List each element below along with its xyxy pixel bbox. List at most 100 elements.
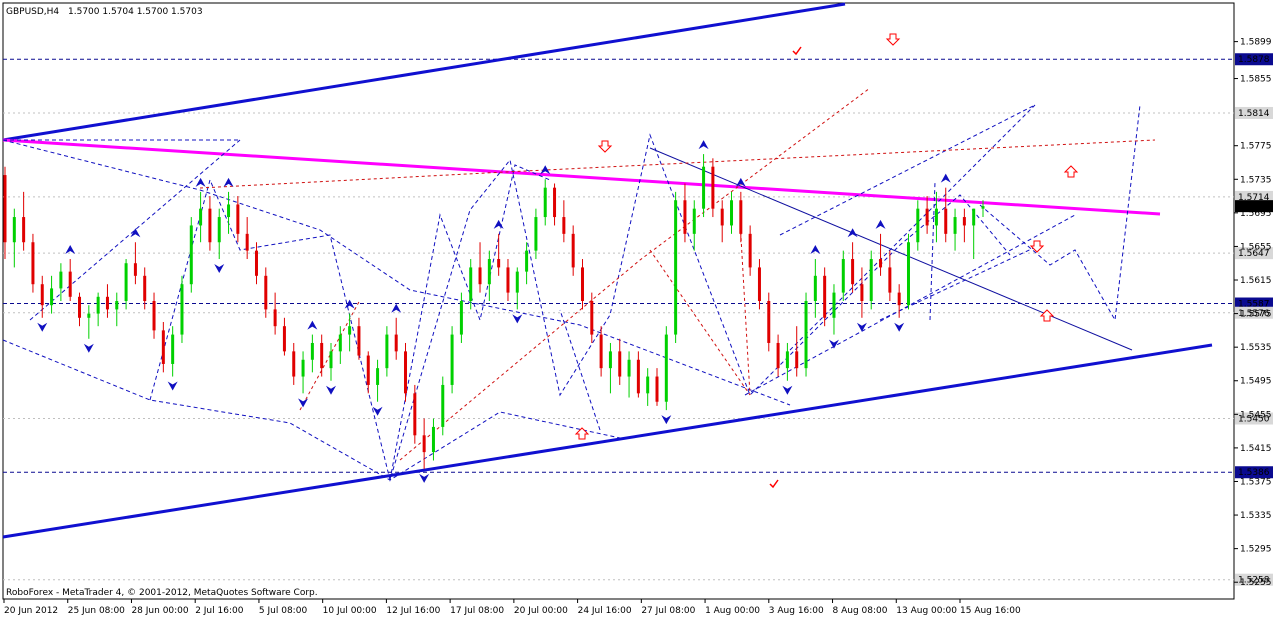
price-tick-label: 1.5855 (1240, 75, 1272, 85)
candle-body (245, 233, 249, 251)
candle-body (487, 259, 491, 285)
candle-body (580, 267, 584, 301)
candle-body (357, 326, 361, 356)
time-tick-label: 1 Aug 00:00 (705, 606, 760, 616)
candle-body (59, 271, 63, 289)
candle-body (683, 200, 687, 234)
fractal-up-marker (65, 245, 76, 255)
candle-body (497, 259, 501, 268)
fractal-up-marker (875, 219, 886, 229)
candle-body (199, 208, 203, 226)
candle-body (767, 301, 771, 343)
candle-body (804, 301, 808, 369)
candle-body (68, 271, 72, 297)
candle-body (152, 301, 156, 331)
red-dashed-lines (199, 87, 1156, 461)
candle-body (972, 208, 976, 226)
time-tick-label: 8 Aug 08:00 (833, 606, 888, 616)
price-tick-label: 1.5375 (1240, 477, 1272, 487)
fractal-up-marker (307, 320, 318, 330)
time-tick-label: 25 Jun 08:00 (68, 606, 125, 616)
red-arrow-down-icon (885, 33, 901, 46)
candle-body (525, 250, 529, 272)
time-tick-label: 12 Jul 16:00 (386, 606, 440, 616)
candle-body (171, 334, 175, 364)
candle-body (944, 208, 948, 234)
fractal-up-marker (698, 140, 709, 150)
fractal-down-marker (856, 322, 867, 332)
candle-body (292, 351, 296, 377)
candle-body (813, 275, 817, 301)
candle-body (730, 200, 734, 226)
price-tick-label: 1.5899 (1240, 38, 1272, 48)
candle-body (916, 208, 920, 243)
candle-body (124, 263, 128, 301)
candle-body (590, 301, 594, 335)
candle-body (553, 187, 557, 218)
fractal-up-marker (847, 228, 858, 238)
candle-body (133, 263, 137, 276)
fractal-down-marker (372, 406, 383, 416)
candle-body (832, 292, 836, 318)
candle-body (273, 309, 277, 327)
red-check-icon (769, 479, 779, 489)
candle-body (180, 284, 184, 335)
price-tick-label: 1.5415 (1240, 444, 1272, 454)
time-tick-label: 17 Jul 08:00 (450, 606, 504, 616)
candle-body (841, 259, 845, 293)
red-arrow-up-icon (1039, 309, 1055, 322)
candle-body (543, 187, 547, 218)
candle-body (50, 288, 54, 306)
price-tick-label: 1.5775 (1240, 142, 1272, 152)
candle-body (469, 267, 473, 301)
upper-channel-line[interactable] (2, 2, 846, 142)
candle-body (934, 208, 938, 226)
price-tick-label: 1.5535 (1240, 343, 1272, 353)
markers (37, 33, 1079, 489)
fractal-down-marker (782, 385, 793, 395)
fractal-up-marker (391, 303, 402, 313)
candle-body (618, 351, 622, 377)
price-chart[interactable]: GBPUSD,H4 1.5700 1.5704 1.5700 1.5703 Ro… (0, 0, 1274, 618)
candle-body (3, 175, 7, 243)
candle-body (664, 334, 668, 402)
candle-body (450, 334, 454, 385)
candle-body (981, 206, 985, 209)
time-axis: 20 Jun 2012 25 Jun 08:00 28 Jun 00:00 2 Jul… (3, 599, 1021, 616)
candle-body (692, 208, 696, 234)
candle-body (282, 326, 286, 352)
price-tick-label: 1.5335 (1240, 511, 1272, 521)
candle-body (851, 259, 855, 285)
candle-body (720, 208, 724, 226)
time-tick-label: 15 Aug 16:00 (960, 606, 1021, 616)
fractal-up-marker (810, 245, 821, 255)
candle-body (925, 208, 929, 226)
fractal-down-marker (661, 415, 672, 425)
magenta-trend-line[interactable] (2, 138, 1161, 216)
fractal-up-marker (940, 173, 951, 183)
red-arrow-up-icon (1063, 165, 1079, 178)
candle-body (515, 271, 519, 293)
lower-channel-line[interactable] (2, 343, 1213, 539)
candle-body (376, 368, 380, 385)
candle-body (655, 376, 659, 402)
candle-body (711, 166, 715, 209)
chart-window: GBPUSD,H4 1.5700 1.5704 1.5700 1.5703 Ro… (0, 0, 1274, 618)
candle-body (757, 267, 761, 301)
candle-body (748, 233, 752, 268)
candle-body (310, 342, 314, 360)
chart-frame (2, 2, 1235, 600)
price-level-label: 1.5878 (1238, 55, 1270, 65)
candle-body (329, 351, 333, 369)
fractal-down-marker (894, 322, 905, 332)
candle-body (534, 217, 538, 251)
time-tick-label: 20 Jul 00:00 (514, 606, 568, 616)
candle-body (385, 334, 389, 369)
time-tick-label: 5 Jul 08:00 (259, 606, 308, 616)
time-tick-label: 27 Jul 08:00 (641, 606, 695, 616)
red-arrow-down-icon (597, 140, 613, 153)
price-tick-label: 1.5735 (1240, 175, 1272, 185)
fractal-down-marker (214, 264, 225, 274)
fractal-down-marker (167, 381, 178, 391)
analysis-lines (2, 2, 1213, 539)
